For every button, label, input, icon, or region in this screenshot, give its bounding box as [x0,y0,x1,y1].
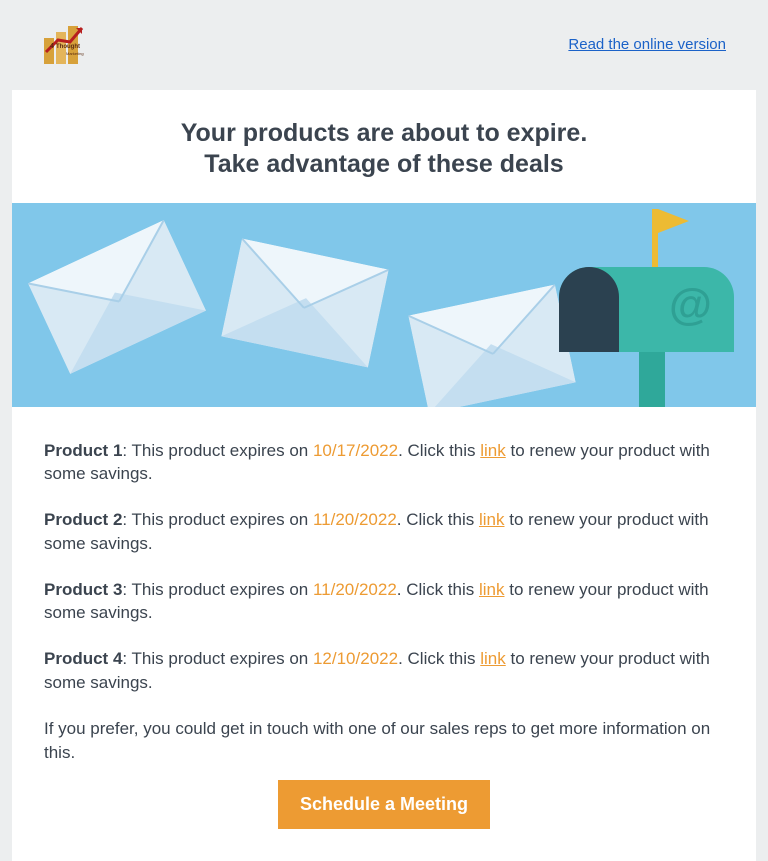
product-row: Product 2: This product expires on 11/20… [44,508,724,556]
heading: Your products are about to expire. Take … [12,90,756,203]
email-card: Your products are about to expire. Take … [12,90,756,861]
hero-banner: @ [12,203,756,407]
heading-line2: Take advantage of these deals [204,150,563,178]
renew-link[interactable]: link [479,580,505,599]
product-text: : This product expires on [122,441,313,460]
svg-text:Marketing: Marketing [66,51,84,56]
product-date: 10/17/2022 [313,441,398,460]
renew-link[interactable]: link [479,510,505,529]
product-text: . Click this [397,510,479,529]
product-row: Product 4: This product expires on 12/10… [44,647,724,695]
product-name: Product 1 [44,441,122,460]
product-text: : This product expires on [122,580,313,599]
product-row: Product 3: This product expires on 11/20… [44,578,724,626]
product-date: 12/10/2022 [313,649,398,668]
envelope-icon [28,219,206,373]
product-name: Product 4 [44,649,122,668]
mailbox-icon: @ [549,209,734,407]
logo: 4 Thought Marketing [42,22,112,66]
schedule-meeting-button[interactable]: Schedule a Meeting [278,780,490,829]
product-name: Product 2 [44,510,122,529]
content: Product 1: This product expires on 10/17… [12,407,756,861]
email-page: 4 Thought Marketing Read the online vers… [0,0,768,861]
renew-link[interactable]: link [480,441,506,460]
product-text: : This product expires on [122,649,313,668]
product-text: . Click this [397,580,479,599]
product-text: . Click this [398,441,480,460]
svg-text:@: @ [669,280,712,329]
product-row: Product 1: This product expires on 10/17… [44,439,724,487]
product-name: Product 3 [44,580,122,599]
product-date: 11/20/2022 [313,580,397,599]
product-text: . Click this [398,649,480,668]
note-text: If you prefer, you could get in touch wi… [44,717,724,765]
read-online-link[interactable]: Read the online version [568,36,726,53]
cta-wrap: Schedule a Meeting [44,780,724,839]
product-text: : This product expires on [122,510,313,529]
heading-line1: Your products are about to expire. [181,119,588,147]
product-date: 11/20/2022 [313,510,397,529]
svg-text:Thought: Thought [56,44,80,50]
topbar: 4 Thought Marketing Read the online vers… [0,0,768,80]
renew-link[interactable]: link [480,649,506,668]
envelope-icon [221,238,389,367]
svg-text:4: 4 [50,43,54,50]
